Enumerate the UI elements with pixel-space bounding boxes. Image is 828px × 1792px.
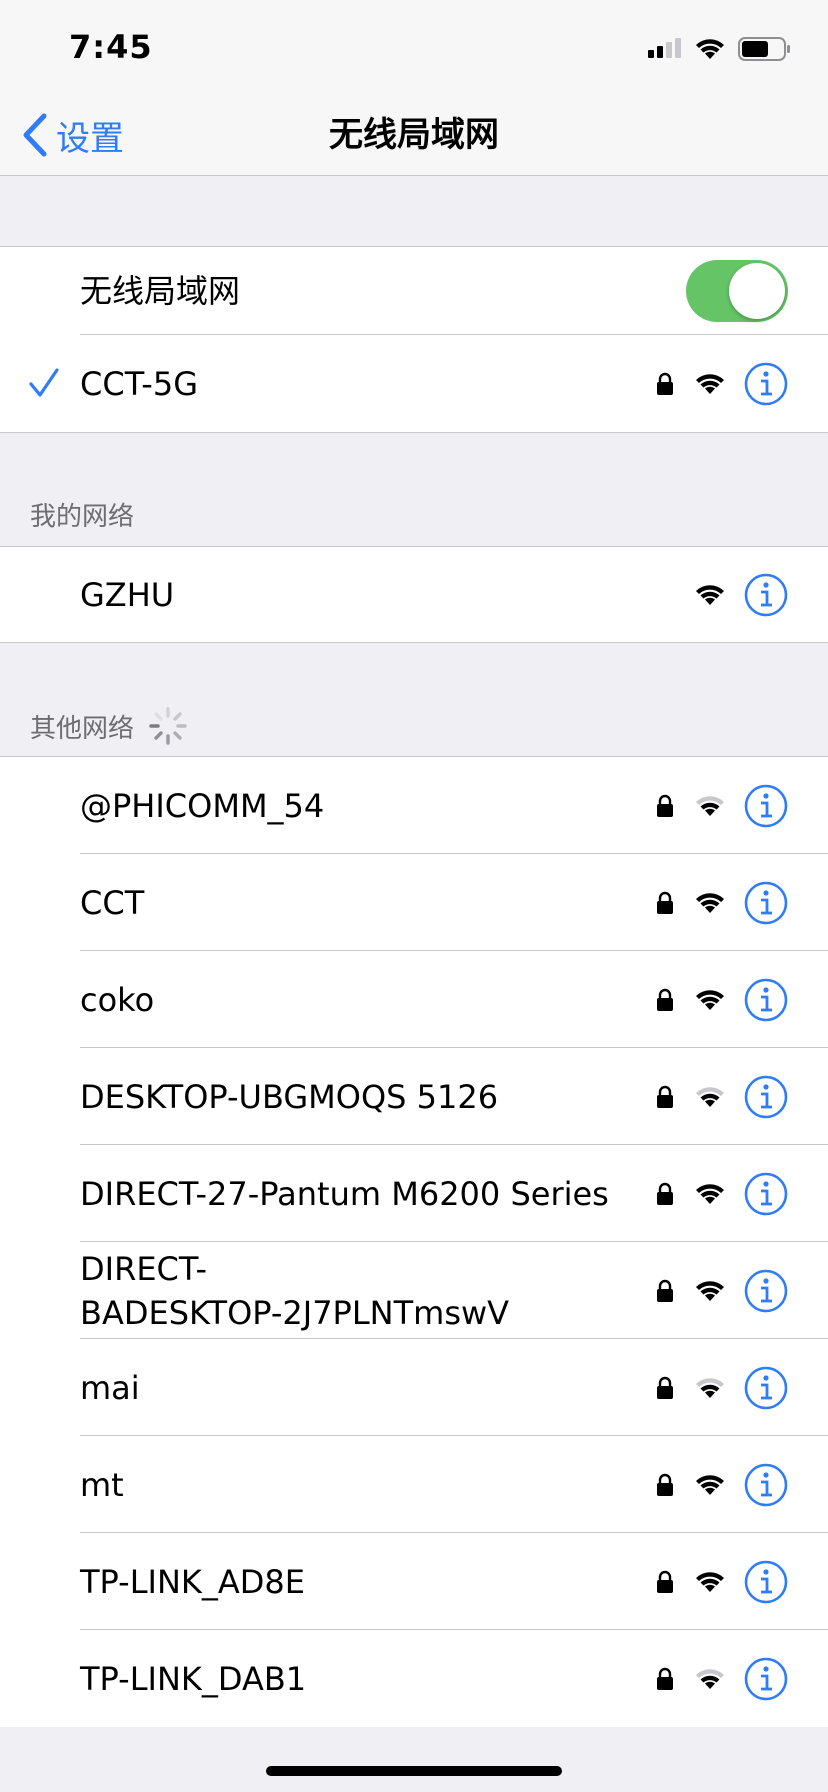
network-name: TP-LINK_AD8E	[80, 1562, 305, 1601]
network-name: @PHICOMM_54	[80, 786, 325, 825]
my-networks-header-label: 我的网络	[30, 502, 135, 532]
wifi-signal-icon	[696, 892, 724, 913]
network-name: mai	[80, 1368, 140, 1407]
lock-icon	[657, 1279, 673, 1302]
network-icons	[656, 1048, 788, 1145]
info-icon[interactable]	[744, 362, 788, 406]
info-icon[interactable]	[744, 881, 788, 925]
info-icon[interactable]	[744, 1075, 788, 1119]
network-name: mt	[80, 1465, 124, 1504]
wlan-toggle-switch[interactable]	[686, 260, 788, 322]
lock-icon	[657, 794, 673, 817]
network-icons	[656, 1630, 788, 1727]
other-networks-header-label: 其他网络	[30, 713, 135, 744]
network-icons	[656, 757, 788, 854]
network-row[interactable]: CCT	[0, 854, 828, 951]
lock-icon	[657, 1085, 673, 1108]
connected-network-name: CCT-5G	[80, 364, 198, 403]
lock-icon	[657, 988, 673, 1011]
network-row[interactable]: GZHU	[0, 547, 828, 642]
network-icons	[656, 1339, 788, 1436]
info-icon[interactable]	[744, 1172, 788, 1216]
network-name: DIRECT- BADESKTOP-2J7PLNTmswV	[80, 1249, 510, 1332]
info-icon[interactable]	[744, 573, 788, 617]
network-name: DIRECT-27-Pantum M6200 Series	[80, 1174, 609, 1213]
wlan-toggle-row: 无线局域网	[0, 247, 828, 335]
status-icons	[648, 36, 792, 62]
status-bar: 7:45	[0, 0, 828, 100]
info-icon[interactable]	[744, 978, 788, 1022]
other-networks-header: 其他网络	[30, 706, 188, 746]
network-name: CCT	[80, 883, 145, 922]
loading-spinner-icon	[149, 707, 187, 745]
network-icons	[656, 335, 788, 432]
lock-icon	[657, 1376, 673, 1399]
network-icons	[656, 1242, 788, 1339]
wifi-signal-icon	[696, 989, 724, 1010]
network-row[interactable]: DIRECT-27-Pantum M6200 Series	[0, 1145, 828, 1242]
cellular-signal-icon	[648, 38, 681, 58]
lock-icon	[657, 1570, 673, 1593]
network-row[interactable]: DESKTOP-UBGMOQS 5126	[0, 1048, 828, 1145]
wifi-signal-icon	[696, 1280, 724, 1301]
info-icon[interactable]	[744, 784, 788, 828]
wifi-signal-icon	[696, 1474, 724, 1495]
lock-icon	[657, 1667, 673, 1690]
network-name: coko	[80, 980, 155, 1019]
network-icons	[694, 547, 788, 642]
network-icons	[656, 1145, 788, 1242]
wifi-signal-icon	[696, 795, 724, 816]
lock-icon	[657, 1473, 673, 1496]
network-row[interactable]: DIRECT- BADESKTOP-2J7PLNTmswV	[0, 1242, 828, 1339]
wifi-signal-icon	[696, 373, 724, 394]
wifi-signal-icon	[696, 1668, 724, 1689]
network-row[interactable]: @PHICOMM_54	[0, 757, 828, 854]
wifi-status-icon	[696, 39, 724, 59]
battery-icon	[738, 37, 790, 61]
home-indicator	[266, 1766, 562, 1776]
info-icon[interactable]	[744, 1657, 788, 1701]
lock-icon	[657, 1182, 673, 1205]
network-icons	[656, 854, 788, 951]
wifi-signal-icon	[696, 1086, 724, 1107]
network-row[interactable]: mt	[0, 1436, 828, 1533]
network-name: DESKTOP-UBGMOQS 5126	[80, 1077, 499, 1116]
network-icons	[656, 1533, 788, 1630]
network-name: GZHU	[80, 575, 175, 614]
connected-network-row[interactable]: CCT-5G	[0, 335, 828, 432]
status-time: 7:45	[69, 28, 153, 66]
network-name: TP-LINK_DAB1	[80, 1659, 307, 1698]
toggle-knob	[729, 263, 785, 319]
my-networks-group: GZHU	[0, 546, 828, 643]
network-row[interactable]: mai	[0, 1339, 828, 1436]
nav-bar: 设置 无线局域网	[0, 100, 828, 176]
network-row[interactable]: TP-LINK_DAB1	[0, 1630, 828, 1727]
network-row[interactable]: coko	[0, 951, 828, 1048]
other-networks-group: @PHICOMM_54 CCT coko DESKTOP-UBGMOQS 5126 DI…	[0, 756, 828, 1727]
wifi-signal-icon	[696, 1571, 724, 1592]
wifi-signal-icon	[696, 1377, 724, 1398]
info-icon[interactable]	[744, 1269, 788, 1313]
network-row[interactable]: TP-LINK_AD8E	[0, 1533, 828, 1630]
wifi-signal-icon	[696, 1183, 724, 1204]
info-icon[interactable]	[744, 1463, 788, 1507]
wlan-group: 无线局域网 CCT-5G	[0, 246, 828, 433]
info-icon[interactable]	[744, 1560, 788, 1604]
lock-icon	[657, 891, 673, 914]
wlan-toggle-label: 无线局域网	[80, 272, 241, 310]
wifi-signal-icon	[696, 584, 724, 605]
lock-icon	[657, 372, 673, 395]
network-icons	[656, 951, 788, 1048]
network-icons	[656, 1436, 788, 1533]
checkmark-icon	[29, 368, 59, 397]
info-icon[interactable]	[744, 1366, 788, 1410]
my-networks-header: 我的网络	[30, 496, 134, 533]
page-title: 无线局域网	[329, 115, 499, 155]
